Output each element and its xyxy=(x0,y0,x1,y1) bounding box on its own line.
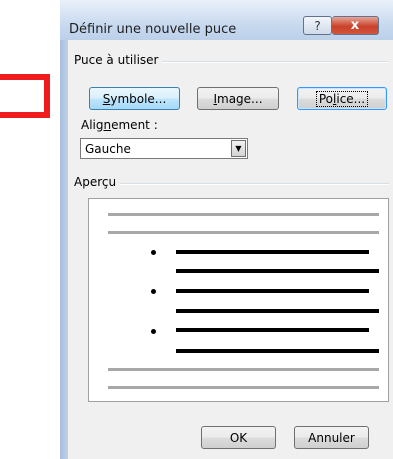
preview-bullet-line xyxy=(176,328,369,332)
close-button[interactable]: x xyxy=(332,16,379,35)
preview-bullet xyxy=(151,329,156,334)
preview-text-line xyxy=(108,386,379,389)
preview-bullet-line xyxy=(176,250,369,254)
image-button[interactable]: Image... xyxy=(197,87,279,110)
define-bullet-dialog: Définir une nouvelle puce ? x Puce à uti… xyxy=(60,0,393,459)
preview-bullet xyxy=(151,250,156,255)
help-button[interactable]: ? xyxy=(303,16,332,35)
alignment-dropdown[interactable]: Gauche ▼ xyxy=(80,138,248,159)
bullet-group-label: Puce à utiliser xyxy=(74,53,163,67)
font-button[interactable]: Police... xyxy=(297,87,387,110)
chevron-down-icon[interactable]: ▼ xyxy=(231,140,246,157)
help-icon: ? xyxy=(314,18,321,33)
preview-bullet-line xyxy=(176,309,379,313)
preview-text-line xyxy=(108,213,379,216)
close-icon: x xyxy=(350,18,360,33)
symbol-button[interactable]: Symbole... xyxy=(89,87,180,110)
preview-bullet-line xyxy=(176,289,369,293)
dialog-body: Puce à utiliser Symbole... Image... Poli… xyxy=(68,40,393,459)
preview-bullet-line xyxy=(176,269,379,273)
group-divider xyxy=(74,183,389,185)
preview-text-line xyxy=(108,231,379,234)
dialog-title: Définir une nouvelle puce xyxy=(69,22,237,37)
cancel-button[interactable]: Annuler xyxy=(294,426,369,449)
alignment-label: Alignement : xyxy=(81,118,158,132)
preview-bullet-line xyxy=(176,349,379,353)
preview-group-label: Aperçu xyxy=(74,175,121,189)
ok-button[interactable]: OK xyxy=(201,426,276,449)
preview-box xyxy=(88,198,389,402)
annotation-highlight-box xyxy=(0,74,50,118)
title-bar: Définir une nouvelle puce ? x xyxy=(60,0,393,40)
preview-bullet xyxy=(151,289,156,294)
window-frame xyxy=(60,40,68,459)
preview-text-line xyxy=(108,368,379,371)
alignment-value: Gauche xyxy=(85,142,131,156)
